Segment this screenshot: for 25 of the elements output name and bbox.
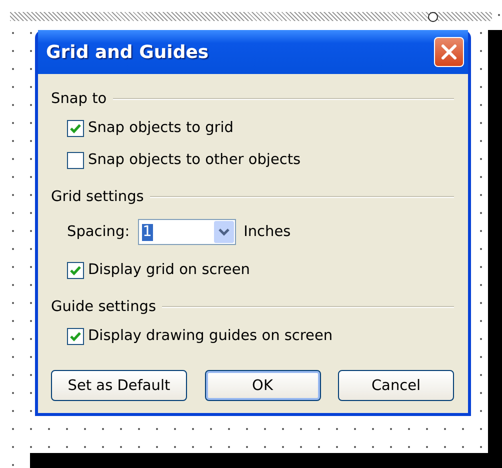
field-label: Spacing: (67, 224, 130, 240)
section-title: Guide settings (51, 299, 156, 315)
checkbox-label[interactable]: Snap objects to grid (88, 120, 234, 136)
close-icon (440, 43, 458, 61)
checkbox-label[interactable]: Snap objects to other objects (88, 152, 301, 168)
check-icon (69, 264, 82, 276)
checkbox[interactable] (67, 152, 84, 168)
section-title: Grid settings (51, 189, 144, 205)
checkbox-label[interactable]: Display grid on screen (88, 262, 250, 278)
spacing-dropdown[interactable]: 1 (138, 219, 236, 245)
dialog-button[interactable]: OK (204, 370, 320, 401)
check-icon (69, 122, 82, 134)
checkbox[interactable] (67, 120, 84, 136)
close-button[interactable] (434, 37, 464, 67)
chevron-down-icon (218, 228, 230, 236)
window-title: Grid and Guides (46, 42, 209, 62)
dropdown-button[interactable] (214, 221, 234, 243)
check-icon (69, 330, 82, 342)
dialog-button[interactable]: Cancel (338, 370, 454, 401)
dialog-button[interactable]: Set as Default (51, 370, 187, 401)
checkbox[interactable] (67, 262, 84, 278)
section-title: Snap to (51, 91, 107, 107)
unit-label: Inches (244, 224, 291, 240)
checkbox-label[interactable]: Display drawing guides on screen (88, 328, 333, 344)
checkbox[interactable] (67, 328, 84, 344)
